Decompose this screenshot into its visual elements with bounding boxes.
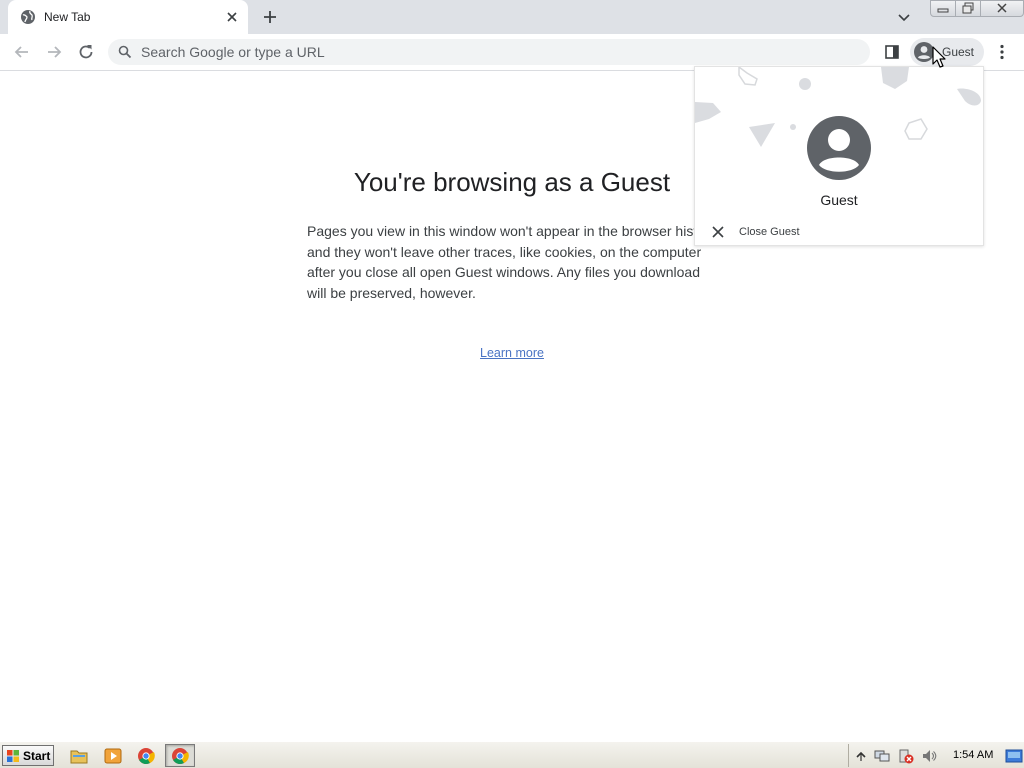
guest-description: Pages you view in this window won't appe…: [307, 223, 717, 301]
quick-launch-chrome[interactable]: [135, 745, 157, 766]
avatar-icon: [914, 42, 934, 62]
side-panel-button[interactable]: [880, 40, 904, 64]
close-icon: [712, 226, 724, 238]
close-guest-button[interactable]: Close Guest: [705, 220, 973, 244]
tab-search-chevron-icon[interactable]: [894, 7, 914, 27]
system-tray: 1:54 AM: [848, 744, 1024, 767]
restore-button[interactable]: [955, 0, 981, 17]
tab-new-tab[interactable]: New Tab: [8, 0, 248, 34]
forward-button[interactable]: [42, 40, 66, 64]
show-desktop-icon[interactable]: [1005, 748, 1023, 764]
profile-menu: Guest Close Guest: [694, 66, 984, 246]
chrome-icon: [138, 747, 155, 764]
minimize-button[interactable]: [930, 0, 956, 17]
taskbar-chrome-window[interactable]: [165, 744, 195, 767]
media-player-icon: [104, 748, 122, 763]
profile-label: Guest: [942, 45, 975, 59]
start-button[interactable]: Start: [2, 745, 54, 766]
profile-name: Guest: [820, 192, 858, 208]
globe-icon: [21, 10, 35, 24]
window-controls: [930, 0, 1024, 18]
tab-close-icon[interactable]: [224, 9, 240, 25]
taskbar: Start 1:54 AM: [0, 741, 1024, 768]
quick-launch-media-player[interactable]: [102, 745, 124, 766]
windows-logo-icon: [7, 749, 19, 762]
quick-launch-explorer[interactable]: [68, 745, 90, 766]
browser-menu-button[interactable]: [992, 40, 1012, 64]
search-icon: [118, 45, 132, 59]
close-guest-label: Close Guest: [739, 226, 800, 238]
chrome-icon: [172, 747, 189, 764]
minimize-icon: [937, 8, 949, 13]
restore-icon: [962, 2, 974, 14]
reload-icon: [79, 45, 93, 59]
action-center-icon[interactable]: [898, 748, 914, 764]
reload-button[interactable]: [74, 40, 98, 64]
plus-icon: [264, 11, 276, 23]
learn-more-link[interactable]: Learn more: [0, 346, 1024, 360]
close-window-button[interactable]: [980, 0, 1024, 17]
omnibox[interactable]: [108, 39, 870, 65]
new-tab-button[interactable]: [258, 5, 282, 29]
more-vertical-icon: [1000, 44, 1004, 60]
back-button[interactable]: [10, 40, 34, 64]
network-icon[interactable]: [874, 748, 890, 764]
address-input[interactable]: [141, 39, 841, 65]
forward-arrow-icon: [48, 46, 62, 58]
tab-title: New Tab: [44, 10, 91, 24]
volume-icon[interactable]: [921, 748, 937, 764]
profile-button[interactable]: Guest: [910, 38, 984, 66]
folder-icon: [70, 750, 88, 763]
back-arrow-icon: [14, 46, 28, 58]
avatar-icon: [807, 116, 871, 180]
tab-strip: New Tab: [0, 0, 1024, 34]
mouse-cursor-icon: [932, 46, 946, 68]
close-icon: [997, 3, 1007, 13]
clock[interactable]: 1:54 AM: [953, 749, 993, 761]
start-label: Start: [23, 748, 51, 763]
show-hidden-icons-icon[interactable]: [853, 748, 869, 764]
side-panel-icon: [885, 45, 899, 59]
